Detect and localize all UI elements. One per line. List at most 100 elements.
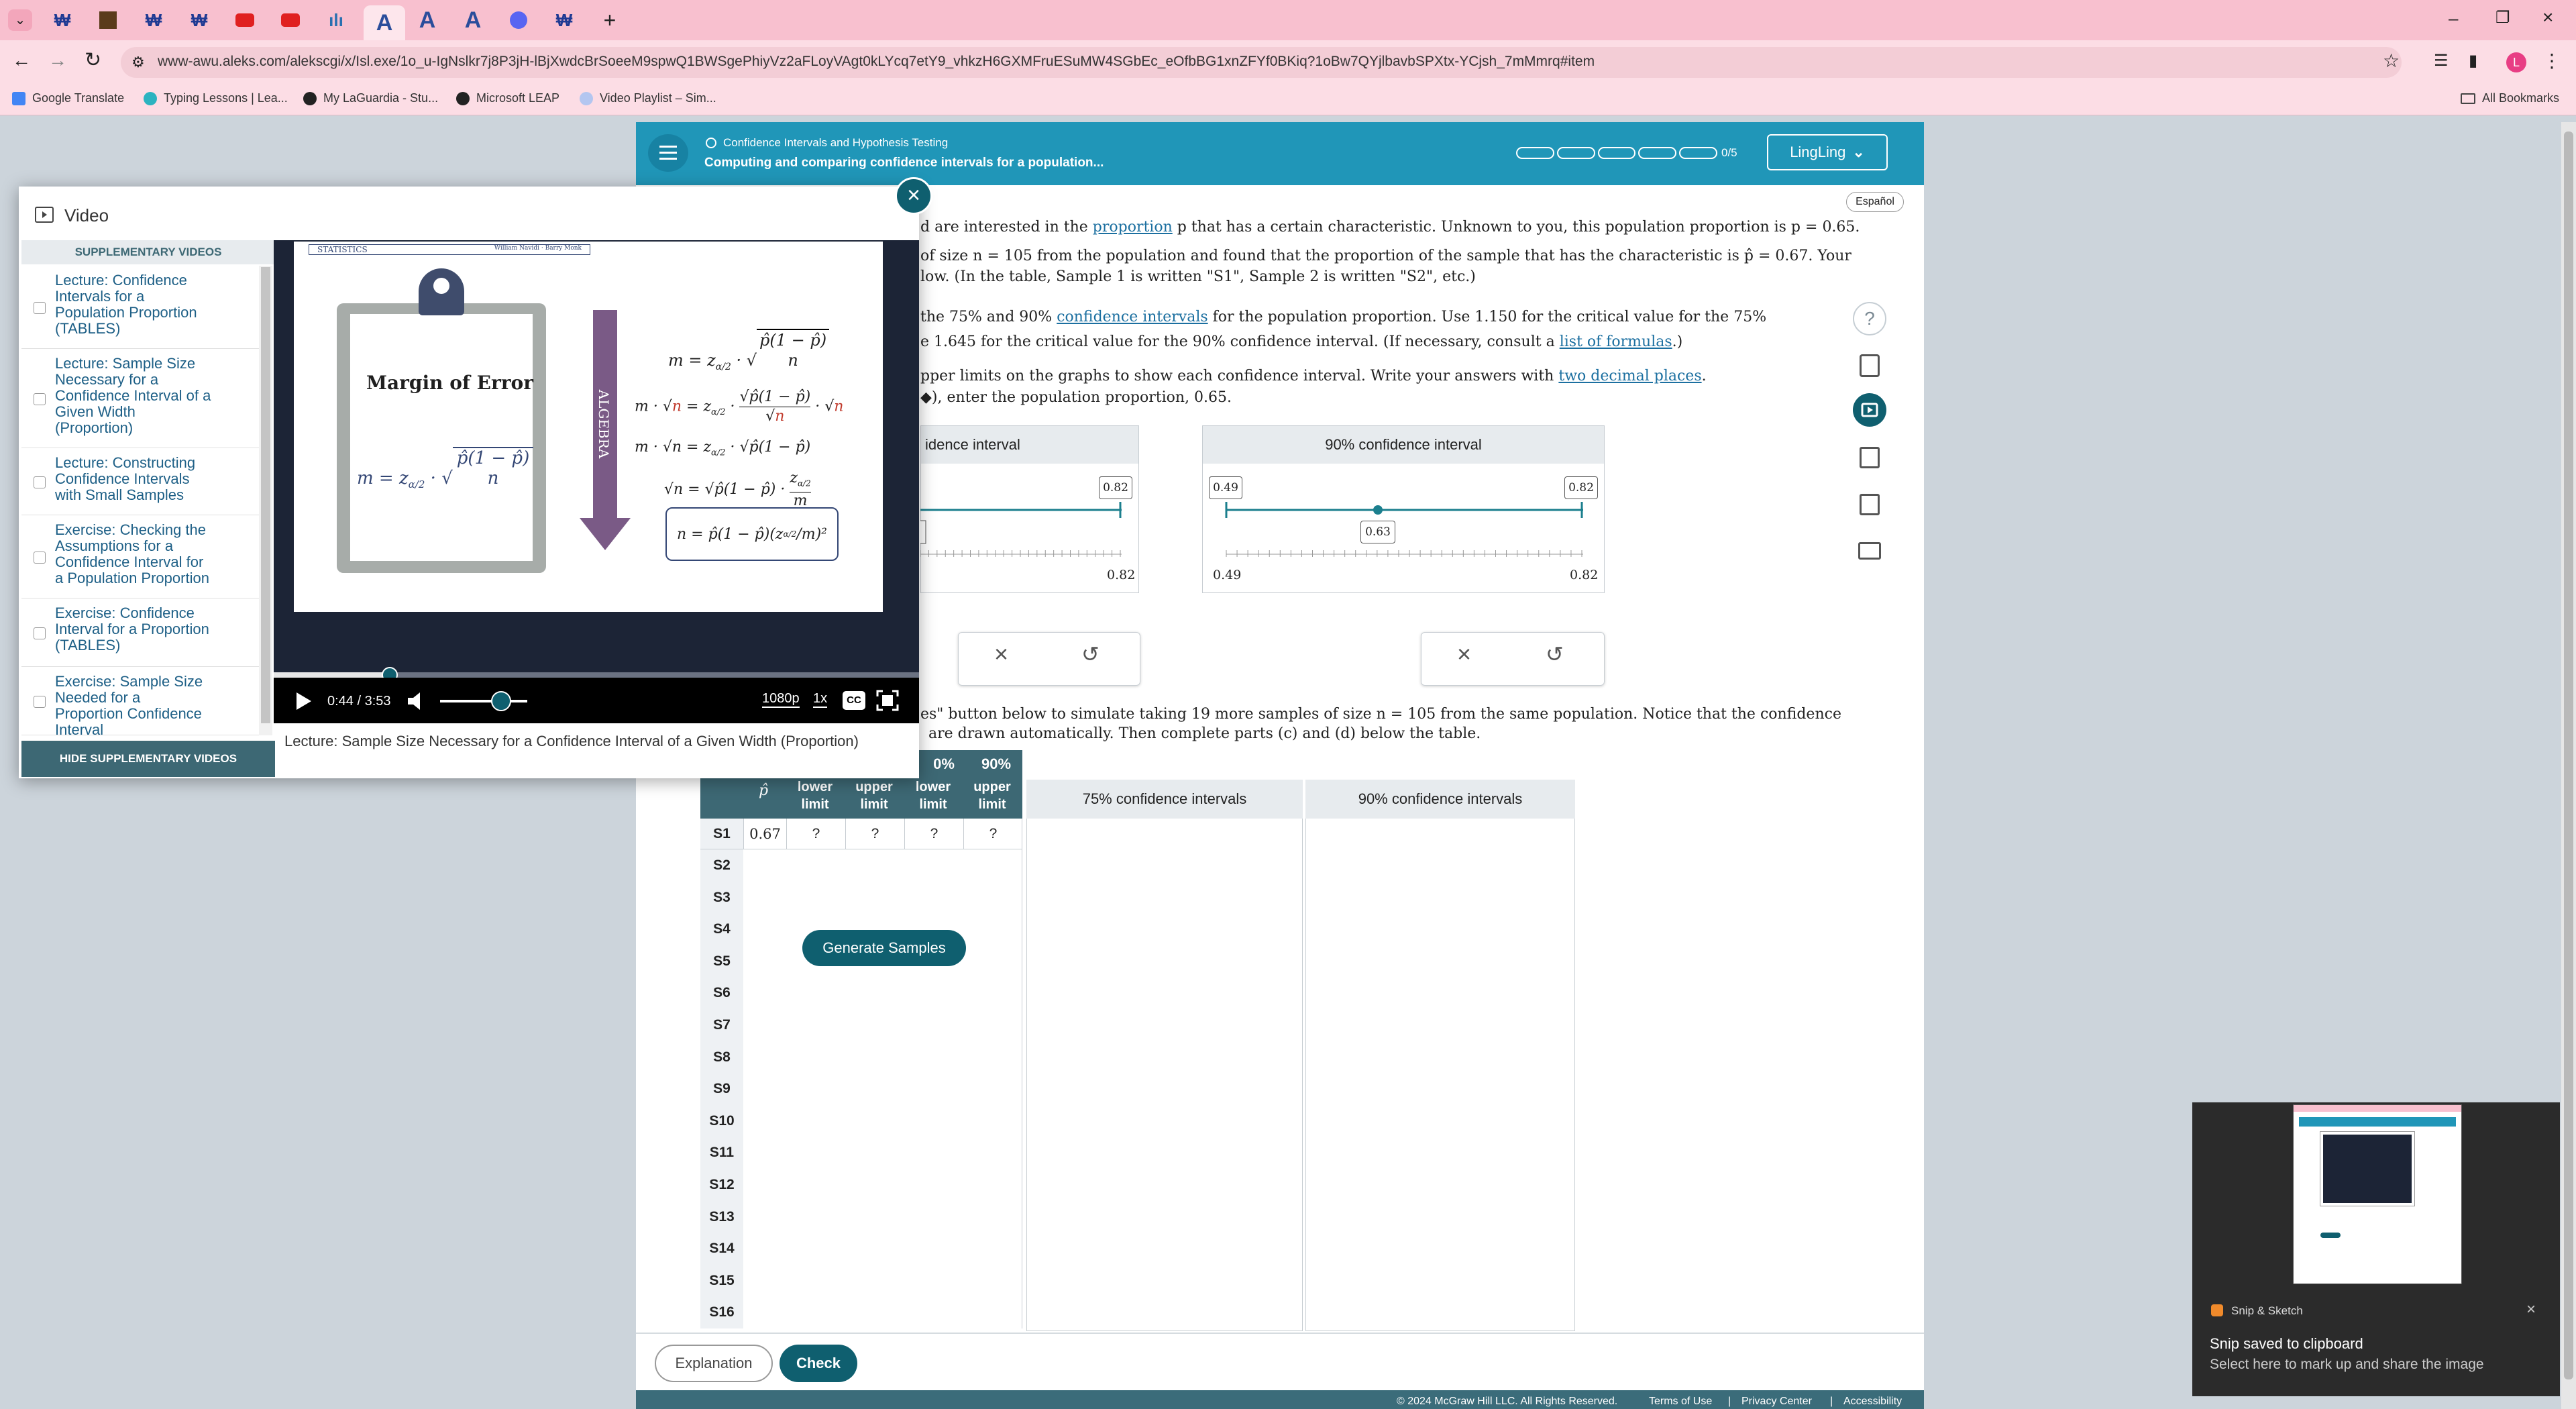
speed-button[interactable]: 1x [813, 691, 828, 708]
globe-icon [303, 91, 317, 105]
graph-75-axis-right: 0.82 [1107, 568, 1136, 582]
all-bookmarks[interactable]: All Bookmarks [2461, 91, 2559, 105]
tab-ms-4[interactable]: ₩ [547, 5, 581, 35]
image-icon[interactable] [1860, 494, 1880, 515]
help-icon[interactable]: ? [1853, 302, 1886, 335]
formulas-link[interactable]: list of formulas [1560, 333, 1672, 350]
explanation-button[interactable]: Explanation [655, 1345, 773, 1382]
close-video-button[interactable]: × [895, 177, 932, 215]
row-label: S5 [713, 953, 731, 969]
volume-slider[interactable] [440, 700, 527, 702]
snip-close-icon[interactable]: × [2526, 1300, 2536, 1319]
side-panel-icon[interactable]: ▮ [2469, 51, 2477, 70]
undo-button-90[interactable]: ↺ [1546, 641, 1564, 667]
terms-link[interactable]: Terms of Use [1649, 1396, 1712, 1408]
hamburger-menu-button[interactable] [648, 134, 688, 172]
decimal-places-link[interactable]: two decimal places [1558, 368, 1701, 384]
menu-icon[interactable]: ⋮ [2542, 50, 2561, 72]
tab-aleks-active[interactable]: A [364, 5, 405, 40]
fullscreen-icon[interactable] [876, 690, 899, 711]
bookmark-laguardia[interactable]: My LaGuardia - Stu... [303, 91, 438, 105]
tab-youtube-2[interactable] [274, 5, 307, 35]
page-scrollbar-thumb[interactable] [2564, 132, 2573, 1379]
tab-aleks-2[interactable]: A [411, 5, 444, 35]
graph-90-interval[interactable] [1202, 497, 1605, 557]
bookmark-typing[interactable]: Typing Lessons | Lea... [144, 91, 288, 105]
volume-icon[interactable] [407, 691, 425, 711]
graph-75-upper-box[interactable]: 0.82 [1099, 476, 1132, 499]
language-button[interactable]: Español [1846, 192, 1904, 212]
play-small-icon [34, 393, 46, 405]
clipboard-clip-hole [433, 278, 449, 294]
tab-discord[interactable] [502, 5, 535, 35]
translate-icon [12, 91, 25, 105]
privacy-link[interactable]: Privacy Center [1741, 1396, 1812, 1408]
site-info-icon[interactable]: ⚙ [131, 54, 145, 71]
calculator-icon[interactable] [1860, 354, 1880, 377]
play-small-icon [34, 696, 46, 708]
hide-supp-button[interactable]: HIDE SUPPLEMENTARY VIDEOS [21, 741, 275, 777]
mail-icon[interactable] [1858, 542, 1881, 560]
algebra-label: ALGEBRA [596, 389, 612, 459]
confidence-intervals-link[interactable]: confidence intervals [1057, 309, 1208, 325]
tab-ms-2[interactable]: ₩ [137, 5, 170, 35]
tab-youtube[interactable] [228, 5, 262, 35]
question-line-8: es" button below to simulate taking 19 m… [920, 706, 1841, 723]
bookmark-video-playlist[interactable]: Video Playlist – Sim... [580, 91, 716, 105]
clear-button-75[interactable]: × [994, 640, 1008, 668]
volume-handle[interactable] [491, 691, 511, 711]
question-line-2: of size n = 105 from the population and … [920, 248, 1851, 264]
tab-ms[interactable]: ₩ [46, 5, 79, 35]
question-line-4: the 75% and 90% confidence intervals for… [920, 309, 1767, 325]
tab-aleks-3[interactable]: A [456, 5, 490, 35]
row-label: S6 [713, 985, 731, 1001]
video-icon[interactable] [1853, 393, 1886, 427]
bookmark-star-icon[interactable]: ☆ [2383, 50, 2400, 72]
profile-avatar[interactable]: L [2506, 52, 2526, 72]
reload-icon[interactable]: ↻ [85, 48, 101, 72]
forward-icon[interactable]: → [48, 50, 67, 71]
cc-button[interactable]: CC [843, 691, 865, 710]
snip-app-name: Snip & Sketch [2231, 1304, 2303, 1317]
video-panel-icon [35, 207, 54, 223]
graph-75-interval[interactable] [920, 497, 1139, 557]
bookmark-leap[interactable]: Microsoft LEAP [456, 91, 559, 105]
question-line-3: low. (In the table, Sample 1 is written … [920, 268, 1476, 285]
accessibility-link[interactable]: Accessibility [1843, 1396, 1902, 1408]
graph-75-toolbar [958, 632, 1140, 686]
user-menu-button[interactable]: LingLing ⌄ [1767, 134, 1888, 170]
supp-scrollbar-thumb[interactable] [261, 267, 270, 723]
graph-90-midpoint-box[interactable]: 0.63 [1360, 521, 1395, 543]
tab-search-button[interactable]: ⌄ [8, 9, 32, 31]
video-caption: Lecture: Sample Size Necessary for a Con… [284, 733, 859, 749]
tab-app-2[interactable]: ılı [319, 5, 353, 35]
bookmark-google-translate[interactable]: Google Translate [12, 91, 124, 105]
supp-video-label: Lecture: Confidence Intervals for a Popu… [55, 272, 197, 337]
play-icon[interactable] [295, 691, 313, 711]
clipboard-paper [350, 314, 533, 561]
row-label: S4 [713, 921, 731, 937]
table-icon[interactable] [1860, 447, 1880, 468]
graph-90-upper-box[interactable]: 0.82 [1564, 476, 1598, 499]
snip-thumbnail[interactable] [2293, 1104, 2462, 1284]
back-icon[interactable]: ← [12, 50, 31, 71]
row-label: S13 [709, 1208, 735, 1224]
derivation-step-3: m · √n = zα/2 · √p̂(1 − p̂) [635, 439, 811, 458]
new-tab-button[interactable]: + [593, 5, 627, 35]
media-control-icon[interactable]: ☰ [2434, 51, 2449, 70]
url-text[interactable]: www-awu.aleks.com/alekscgi/x/Isl.exe/1o_… [158, 54, 1595, 70]
margin-formula: m = zα/2 · √p̂(1 − p̂) n [357, 447, 534, 490]
restore-button[interactable]: ❐ [2496, 8, 2510, 28]
clear-button-90[interactable]: × [1457, 640, 1471, 668]
graph-90-lower-box[interactable]: 0.49 [1209, 476, 1242, 499]
minimize-button[interactable]: – [2449, 8, 2458, 29]
proportion-link[interactable]: proportion [1093, 219, 1173, 236]
undo-button-75[interactable]: ↺ [1081, 641, 1099, 667]
check-button[interactable]: Check [780, 1345, 857, 1382]
tab-ms-3[interactable]: ₩ [182, 5, 216, 35]
quality-button[interactable]: 1080p [762, 691, 800, 708]
table-group-header: 0% 90% [918, 750, 1022, 778]
tab-app[interactable] [91, 5, 125, 35]
close-window-button[interactable]: × [2542, 7, 2553, 28]
generate-samples-button[interactable]: Generate Samples [802, 930, 966, 966]
